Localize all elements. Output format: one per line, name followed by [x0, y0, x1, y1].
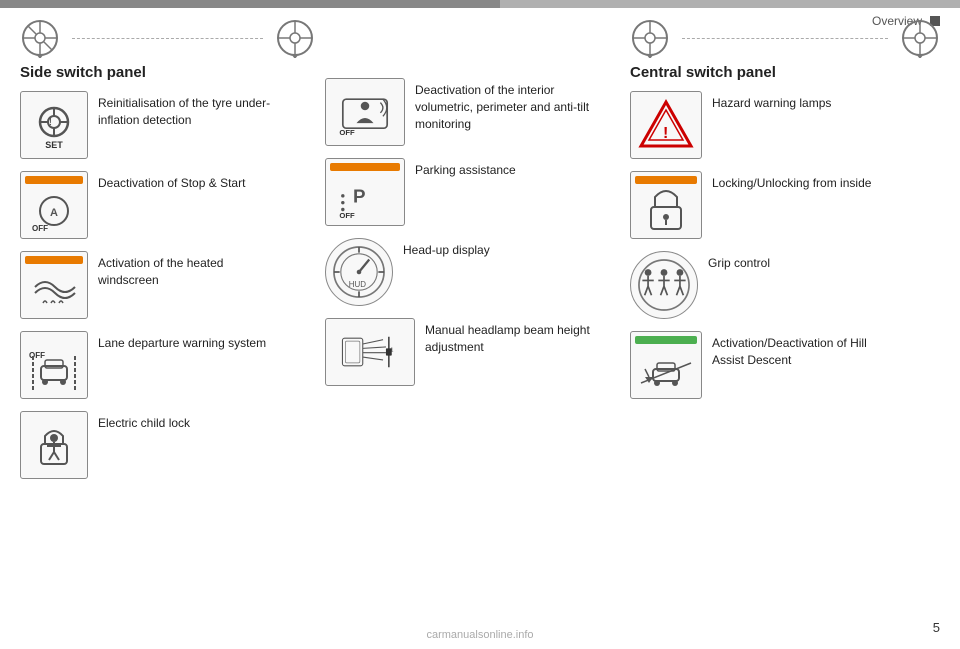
hill-assist-icon-box: [630, 331, 702, 399]
svg-text:OFF: OFF: [339, 211, 355, 220]
list-item: Grip control: [630, 251, 940, 319]
central-steering-left-icon: [630, 18, 670, 58]
heated-windscreen-label: Activation of the heated windscreen: [98, 251, 278, 289]
mid-panel: OFF Deactivation of the interior volumet…: [315, 18, 610, 619]
main-content: Side switch panel SET ! Reinitialisation…: [20, 18, 940, 619]
central-panel-header: [630, 18, 940, 58]
stop-start-label: Deactivation of Stop & Start: [98, 171, 245, 192]
list-item: Locking/Unlocking from inside: [630, 171, 940, 239]
list-item: Activation of the heated windscreen: [20, 251, 315, 319]
svg-text:P: P: [353, 186, 366, 207]
orange-indicator: [330, 163, 400, 171]
lane-departure-icon-box: OFF: [20, 331, 88, 399]
steering-wheel-icon-left: [20, 18, 60, 58]
top-bar: [0, 0, 960, 8]
steering-wheel-icon-right: [275, 18, 315, 58]
lane-departure-icon: OFF: [25, 336, 83, 394]
side-panel-header: [20, 18, 315, 58]
list-item: OFF Lane departure warning system: [20, 331, 315, 399]
child-lock-label: Electric child lock: [98, 411, 190, 432]
volumetric-icon-box: OFF: [325, 78, 405, 146]
svg-text:1: 1: [390, 347, 393, 353]
side-panel-title: Side switch panel: [20, 64, 315, 81]
tyre-set-icon-box: SET !: [20, 91, 88, 159]
hud-label: Head-up display: [403, 238, 490, 259]
list-item: A OFF Deactivation of Stop & Start: [20, 171, 315, 239]
list-item: SET ! Reinitialisation of the tyre under…: [20, 91, 315, 159]
svg-text:!: !: [49, 116, 52, 128]
watermark: carmanualsonline.info: [426, 629, 533, 641]
page-number: 5: [933, 620, 940, 635]
list-item: ! Hazard warning lamps: [630, 91, 940, 159]
hazard-icon: !: [637, 96, 695, 154]
green-indicator: [635, 336, 697, 344]
child-lock-icon-box: [20, 411, 88, 479]
headlamp-icon-box: 1: [325, 318, 415, 386]
hill-assist-label: Activation/Deactivation of Hill Assist D…: [712, 331, 892, 369]
grip-icon-box: [630, 251, 698, 319]
list-item: Activation/Deactivation of Hill Assist D…: [630, 331, 940, 399]
list-item: HUD Head-up display: [325, 238, 610, 306]
svg-text:!: !: [663, 125, 668, 142]
svg-text:SET: SET: [45, 140, 63, 150]
parking-icon: P OFF: [336, 166, 394, 224]
svg-text:OFF: OFF: [32, 224, 48, 233]
hud-icon-box: HUD: [325, 238, 393, 306]
svg-text:A: A: [50, 207, 58, 219]
hud-icon: HUD: [326, 239, 392, 305]
hazard-icon-box: !: [630, 91, 702, 159]
svg-text:HUD: HUD: [349, 280, 366, 289]
stop-start-icon-box: A OFF: [20, 171, 88, 239]
heated-windscreen-icon: [25, 259, 83, 317]
headlamp-label: Manual headlamp beam height adjustment: [425, 318, 605, 356]
volumetric-label: Deactivation of the interior volumetric,…: [415, 78, 595, 132]
dash-line: [682, 38, 888, 39]
volumetric-icon: OFF: [336, 83, 394, 141]
hazard-label: Hazard warning lamps: [712, 91, 831, 112]
list-item: Electric child lock: [20, 411, 315, 479]
list-item: 1 Manual headlamp beam height adjustment: [325, 318, 610, 386]
central-switch-panel: Central switch panel ! Hazard warning la…: [610, 18, 940, 619]
top-bar-accent: [0, 0, 500, 8]
orange-indicator: [635, 176, 697, 184]
child-lock-icon: [25, 416, 83, 474]
central-steering-right-icon: [900, 18, 940, 58]
lock-icon-box: [630, 171, 702, 239]
tyre-set-label: Reinitialisation of the tyre under-infla…: [98, 91, 278, 129]
list-item: OFF Deactivation of the interior volumet…: [325, 78, 610, 146]
parking-label: Parking assistance: [415, 158, 516, 179]
list-item: P OFF Parking assistance: [325, 158, 610, 226]
heated-windscreen-icon-box: [20, 251, 88, 319]
grip-label: Grip control: [708, 251, 770, 272]
side-switch-panel: Side switch panel SET ! Reinitialisation…: [20, 18, 315, 619]
stop-start-icon: A OFF: [25, 179, 83, 237]
central-panel-title: Central switch panel: [630, 64, 940, 81]
grip-icon: [631, 252, 697, 318]
dash-line: [72, 38, 263, 39]
lock-icon: [637, 179, 695, 237]
headlamp-icon: 1: [341, 323, 399, 381]
tyre-set-icon: SET !: [25, 96, 83, 154]
orange-indicator: [25, 176, 83, 184]
lane-departure-label: Lane departure warning system: [98, 331, 266, 352]
parking-icon-box: P OFF: [325, 158, 405, 226]
svg-text:OFF: OFF: [339, 128, 355, 137]
hill-assist-icon: [637, 339, 695, 397]
svg-text:OFF: OFF: [29, 351, 45, 360]
orange-indicator: [25, 256, 83, 264]
lock-label: Locking/Unlocking from inside: [712, 171, 871, 192]
